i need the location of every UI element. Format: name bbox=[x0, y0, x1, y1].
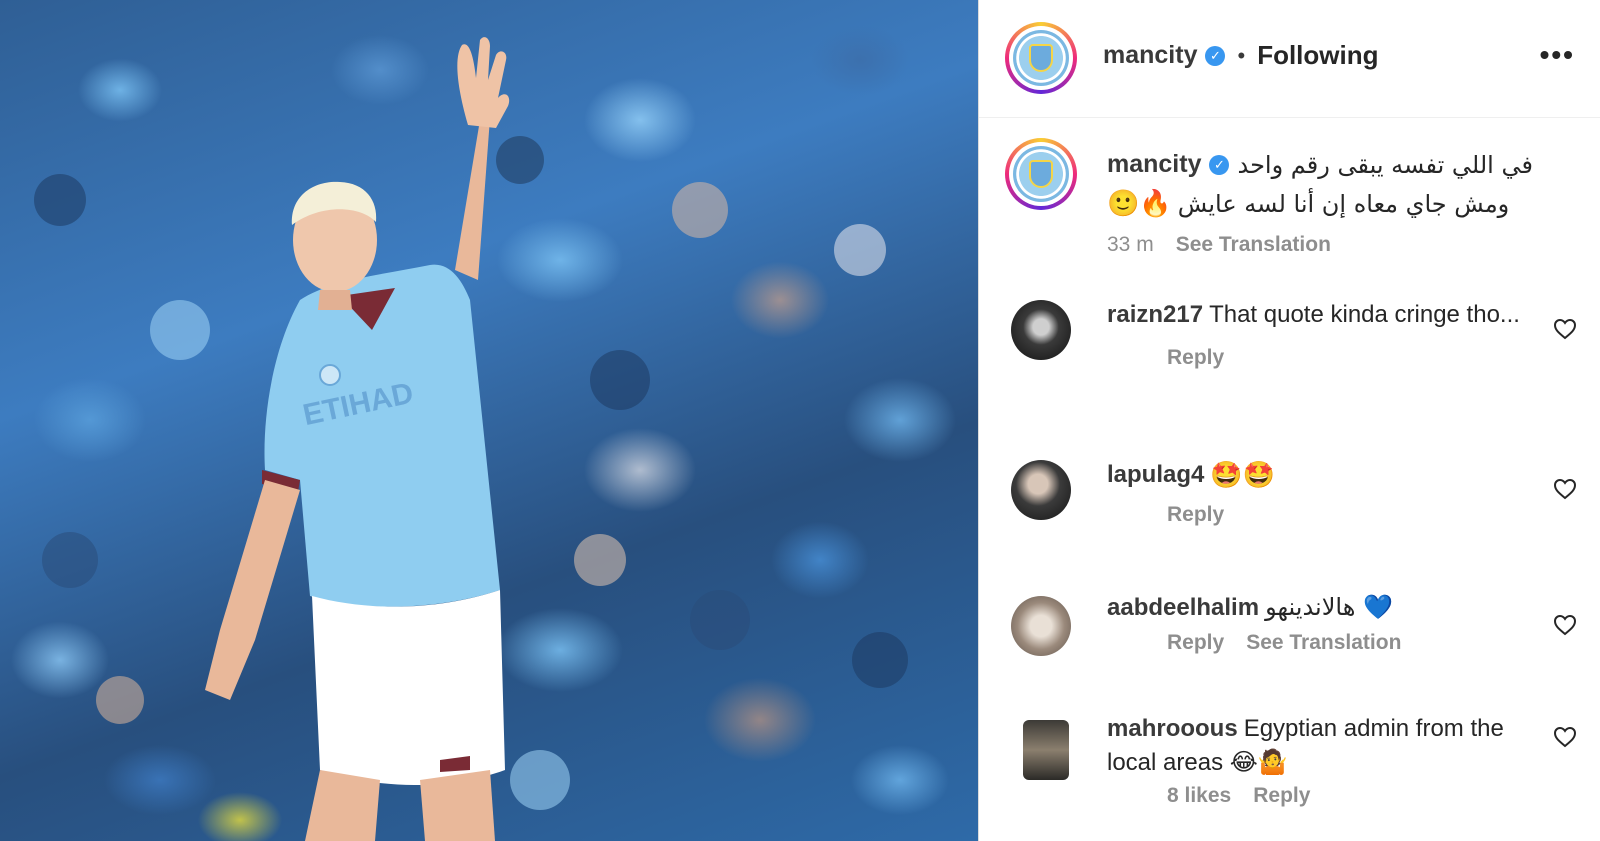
verified-badge-icon: ✓ bbox=[1205, 45, 1226, 66]
post-sidebar: mancity ✓ • Following ••• mancity ✓ في ا… bbox=[978, 0, 1600, 841]
avatar[interactable] bbox=[1011, 460, 1071, 520]
comment-text: 🤩🤩 bbox=[1210, 460, 1276, 491]
username-link[interactable]: mancity bbox=[1103, 41, 1197, 70]
post-header: mancity ✓ • Following ••• bbox=[979, 0, 1600, 118]
avatar[interactable] bbox=[1011, 596, 1071, 656]
reply-button[interactable]: Reply bbox=[1167, 631, 1224, 655]
heart-icon[interactable] bbox=[1553, 726, 1577, 748]
caption-text-line2: ومش جاي معاه إن أنا لسه عايش bbox=[1177, 190, 1510, 218]
comment-username[interactable]: aabdeelhalim bbox=[1107, 594, 1259, 621]
post-timestamp: 33 m bbox=[1107, 233, 1154, 256]
heart-icon[interactable] bbox=[1553, 318, 1577, 340]
caption-username[interactable]: mancity bbox=[1107, 150, 1201, 179]
club-crest-icon bbox=[1013, 146, 1069, 202]
avatar[interactable] bbox=[1005, 138, 1077, 210]
heart-icon[interactable] bbox=[1553, 614, 1577, 636]
post-photo[interactable]: ETIHAD bbox=[0, 0, 978, 841]
club-crest-icon bbox=[1013, 30, 1069, 86]
caption-emojis: 🙂🔥 bbox=[1107, 189, 1172, 219]
see-translation-link[interactable]: See Translation bbox=[1176, 233, 1331, 257]
following-button[interactable]: Following bbox=[1257, 40, 1378, 71]
heart-icon[interactable] bbox=[1553, 478, 1577, 500]
more-horizontal-icon[interactable]: ••• bbox=[1540, 41, 1575, 69]
comment-text: That quote kinda cringe tho... bbox=[1209, 301, 1520, 328]
post-caption: mancity ✓ في اللي تفسه يبقى رقم واحد 🙂🔥 … bbox=[979, 138, 1600, 268]
header-user: mancity ✓ • Following bbox=[1103, 40, 1379, 71]
comment-username[interactable]: raizn217 bbox=[1107, 301, 1203, 328]
comment-username[interactable]: lapulag4 bbox=[1107, 461, 1204, 488]
comment-text: هالاندينهو 💙 bbox=[1265, 593, 1393, 621]
caption-text-line1: في اللي تفسه يبقى رقم واحد bbox=[1237, 150, 1533, 179]
likes-count[interactable]: 8 likes bbox=[1167, 784, 1231, 808]
see-translation-link[interactable]: See Translation bbox=[1246, 631, 1401, 655]
avatar[interactable] bbox=[1023, 720, 1069, 780]
avatar[interactable] bbox=[1005, 22, 1077, 94]
avatar[interactable] bbox=[1011, 300, 1071, 360]
reply-button[interactable]: Reply bbox=[1167, 346, 1224, 370]
player-illustration: ETIHAD bbox=[34, 37, 908, 841]
comment-username[interactable]: mahrooous bbox=[1107, 715, 1238, 742]
reply-button[interactable]: Reply bbox=[1253, 784, 1310, 808]
reply-button[interactable]: Reply bbox=[1167, 503, 1224, 527]
verified-badge-icon: ✓ bbox=[1209, 154, 1230, 175]
separator-dot: • bbox=[1237, 42, 1246, 68]
